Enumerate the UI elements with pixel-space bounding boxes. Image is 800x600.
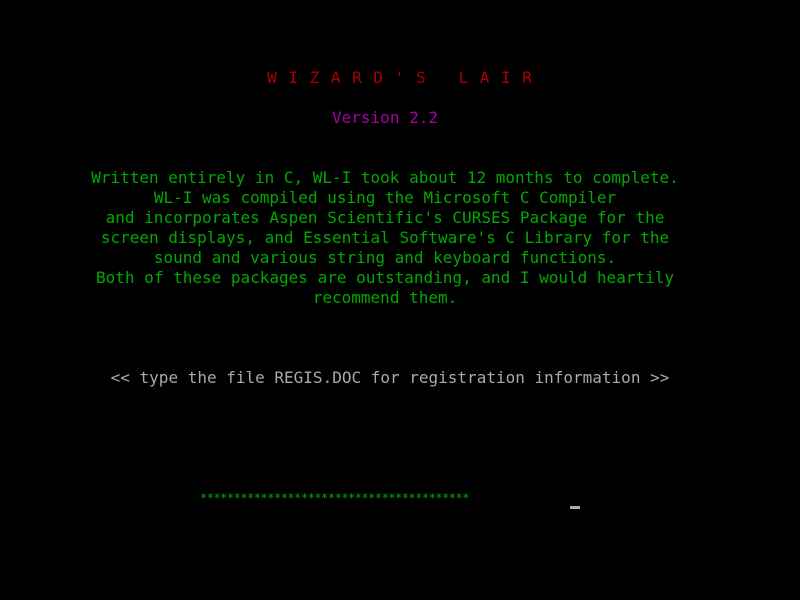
registration-prompt: << type the file REGIS.DOC for registrat… — [110, 368, 670, 387]
credits-line-2: WL-I was compiled using the Microsoft C … — [153, 188, 617, 207]
loading-progress-bar: **************************************** — [200, 491, 469, 505]
game-title: W I Z A R D ' S L A I R — [267, 68, 533, 87]
version-label: Version 2.2 — [332, 108, 438, 127]
text-cursor — [570, 506, 580, 509]
credits-line-1: Written entirely in C, WL-I took about 1… — [91, 168, 679, 187]
credits-line-5: sound and various string and keyboard fu… — [153, 248, 617, 267]
credits-line-6: Both of these packages are outstanding, … — [96, 268, 674, 287]
credits-line-3: and incorporates Aspen Scientific's CURS… — [105, 208, 665, 227]
credits-line-7: recommend them. — [312, 288, 458, 307]
credits-line-4: screen displays, and Essential Software'… — [100, 228, 670, 247]
